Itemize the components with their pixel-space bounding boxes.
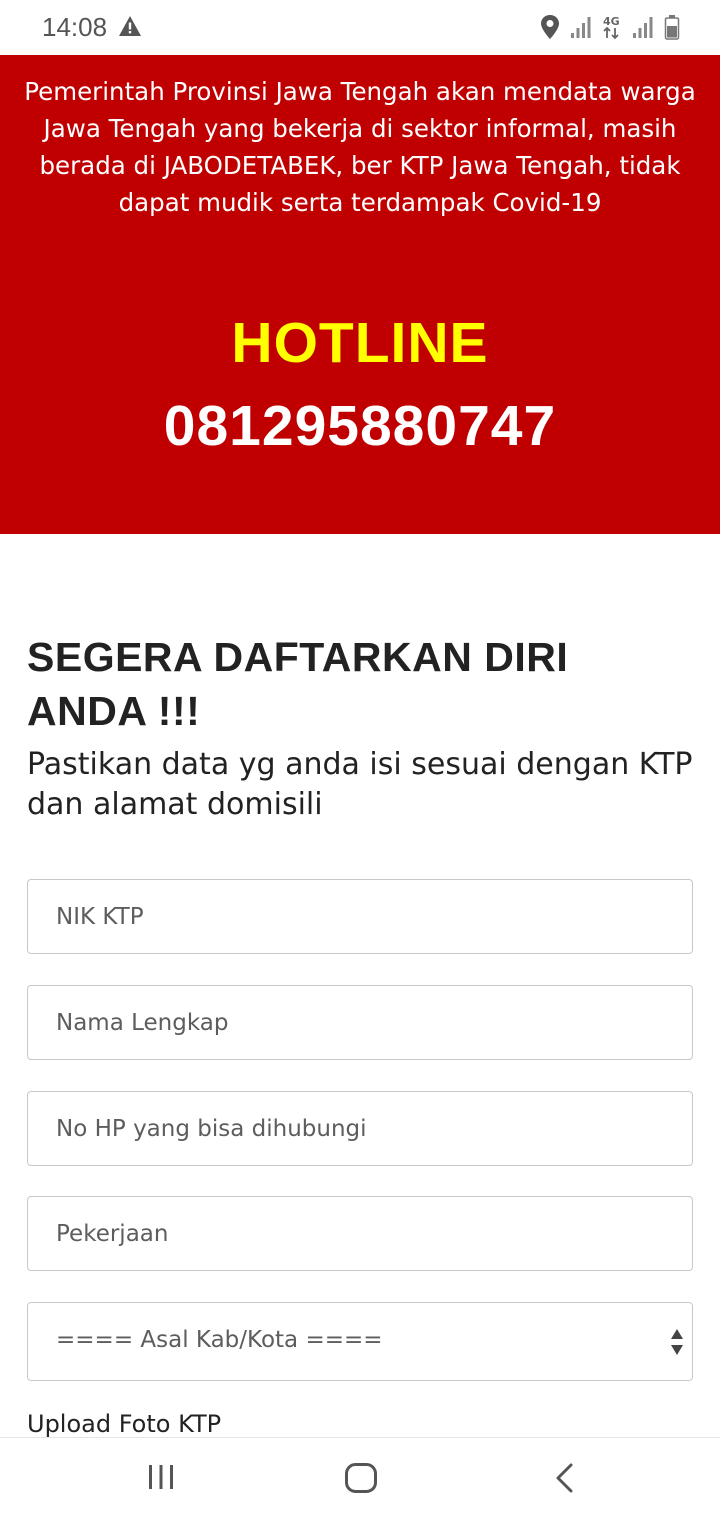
select-arrows-icon <box>670 1328 684 1360</box>
signal-icon <box>632 15 654 43</box>
home-icon[interactable] <box>344 1462 378 1498</box>
battery-icon <box>664 14 680 44</box>
upload-ktp-label: Upload Foto KTP <box>27 1410 222 1438</box>
4g-icon: 4G <box>602 14 622 44</box>
full-name-input[interactable] <box>27 985 693 1060</box>
hotline-label: HOTLINE <box>231 311 489 375</box>
signal-icon <box>570 15 592 43</box>
status-bar: 14:08 4G <box>0 0 720 55</box>
city-select[interactable]: ==== Asal Kab/Kota ==== <box>27 1302 693 1381</box>
banner-message: Pemerintah Provinsi Jawa Tengah akan men… <box>24 77 696 217</box>
form-heading: SEGERA DAFTARKAN DIRI ANDA !!! <box>27 634 569 734</box>
navigation-bar <box>0 1437 720 1521</box>
recent-apps-icon[interactable] <box>146 1462 176 1496</box>
status-icons: 4G <box>540 14 680 44</box>
city-select-value: ==== Asal Kab/Kota ==== <box>56 1327 383 1353</box>
status-time: 14:08 <box>42 12 108 42</box>
info-banner: Pemerintah Provinsi Jawa Tengah akan men… <box>0 55 720 534</box>
nik-input[interactable] <box>27 879 693 954</box>
hotline-number[interactable]: 081295880747 <box>0 393 720 459</box>
form-subheading: Pastikan data yg anda isi sesuai dengan … <box>27 747 693 822</box>
warning-icon <box>118 15 142 41</box>
location-icon <box>540 14 560 44</box>
svg-text:4G: 4G <box>603 15 620 28</box>
phone-input[interactable] <box>27 1091 693 1166</box>
back-icon[interactable] <box>552 1462 576 1498</box>
occupation-input[interactable] <box>27 1196 693 1271</box>
